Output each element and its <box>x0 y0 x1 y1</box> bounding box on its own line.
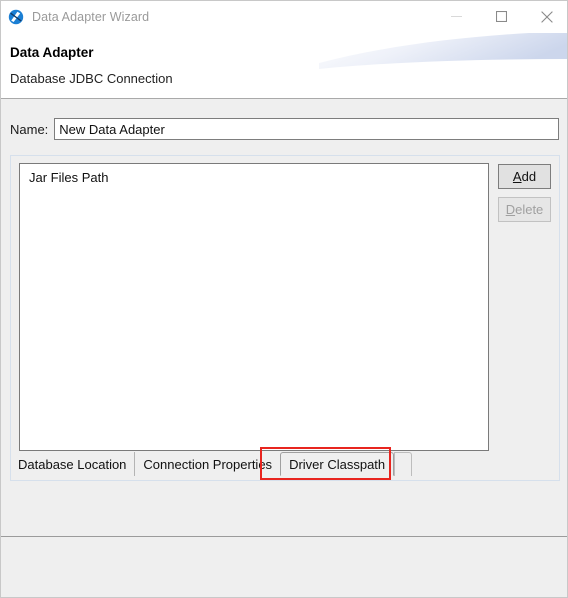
minimize-button[interactable] <box>434 1 479 32</box>
name-row: Name: <box>1 117 567 141</box>
minimize-icon <box>451 16 462 17</box>
name-input[interactable] <box>54 118 559 140</box>
name-label: Name: <box>10 121 49 137</box>
wizard-body: Name: Jar Files Path Add Delete Database… <box>1 99 567 536</box>
delete-button[interactable]: Delete <box>498 197 551 222</box>
header-decoration <box>319 33 567 69</box>
wizard-footer: ? Test < Back Next > Finish Cancel <box>1 537 567 597</box>
driver-classpath-panel: Jar Files Path Add Delete <box>10 155 560 481</box>
page-subtitle: Database JDBC Connection <box>10 71 173 86</box>
tab-strip-filler <box>394 452 413 476</box>
window-controls <box>434 1 567 33</box>
list-action-buttons: Add Delete <box>498 164 551 222</box>
window-title: Data Adapter Wizard <box>32 10 150 24</box>
maximize-icon <box>496 11 507 22</box>
tab-connection-properties[interactable]: Connection Properties <box>134 452 280 476</box>
title-bar: Data Adapter Wizard <box>1 1 567 33</box>
list-item[interactable]: Jar Files Path <box>20 164 488 185</box>
add-button[interactable]: Add <box>498 164 551 189</box>
wizard-header: Data Adapter Database JDBC Connection <box>1 33 567 99</box>
data-adapter-wizard-window: Data Adapter Wizard Data Adapter Databas… <box>0 0 568 598</box>
tab-database-location[interactable]: Database Location <box>10 452 134 476</box>
close-button[interactable] <box>524 1 567 32</box>
close-icon <box>540 10 553 23</box>
data-adapter-icon <box>8 9 24 25</box>
tab-driver-classpath[interactable]: Driver Classpath <box>280 452 395 476</box>
jar-files-list[interactable]: Jar Files Path <box>19 163 489 451</box>
page-title: Data Adapter <box>10 45 94 60</box>
tab-strip: Database Location Connection Properties … <box>10 451 560 476</box>
maximize-button[interactable] <box>479 1 524 32</box>
